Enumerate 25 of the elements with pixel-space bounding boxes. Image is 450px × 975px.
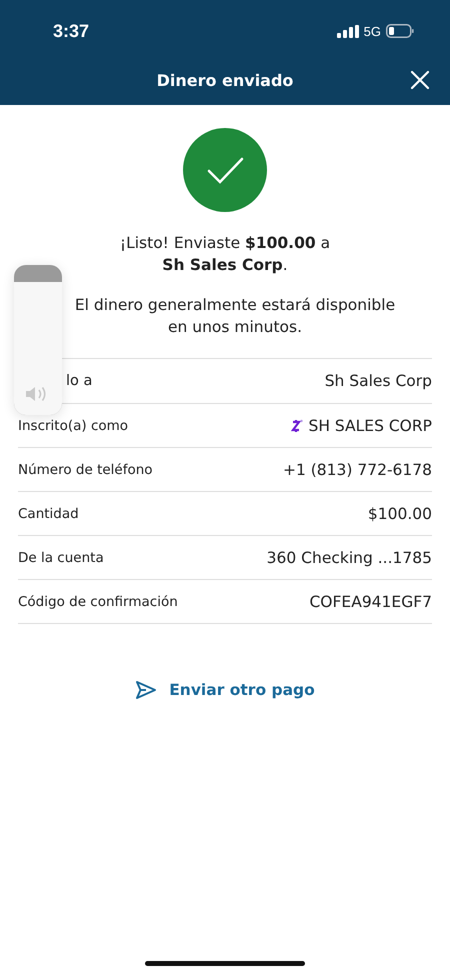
status-time: 3:37 [53, 20, 90, 42]
detail-label: Inscrito(a) como [18, 418, 128, 434]
detail-label: lo a [65, 373, 92, 389]
detail-label: Código de confirmación [18, 594, 178, 610]
battery-icon [386, 24, 414, 38]
detail-value: $100.00 [368, 504, 432, 522]
detail-value: SH SALES CORP [308, 416, 432, 434]
signal-icon [336, 24, 359, 38]
availability-note: El dinero generalmente estará disponible en unos minutos. [74, 295, 396, 338]
header-title: Dinero enviado [156, 70, 294, 90]
detail-label: Número de teléfono [18, 462, 153, 478]
volume-slider[interactable] [14, 265, 62, 415]
detail-label: Cantidad [18, 506, 79, 522]
detail-value: COFEA941EGF7 [309, 592, 432, 610]
detail-value: Sh Sales Corp [324, 372, 432, 390]
detail-value: +1 (813) 772-6178 [282, 460, 432, 478]
detail-value: 360 Checking ...1785 [266, 548, 432, 566]
success-message: ¡Listo! Enviaste $100.00 a Sh Sales Corp. [120, 233, 330, 276]
send-icon [135, 680, 158, 700]
close-button[interactable] [410, 70, 430, 90]
success-check-icon [183, 128, 267, 212]
zigzag-icon [290, 418, 302, 432]
network-label: 5G [364, 24, 381, 38]
detail-label: De la cuenta [18, 550, 104, 566]
send-another-button[interactable]: Enviar otro pago [129, 676, 321, 704]
